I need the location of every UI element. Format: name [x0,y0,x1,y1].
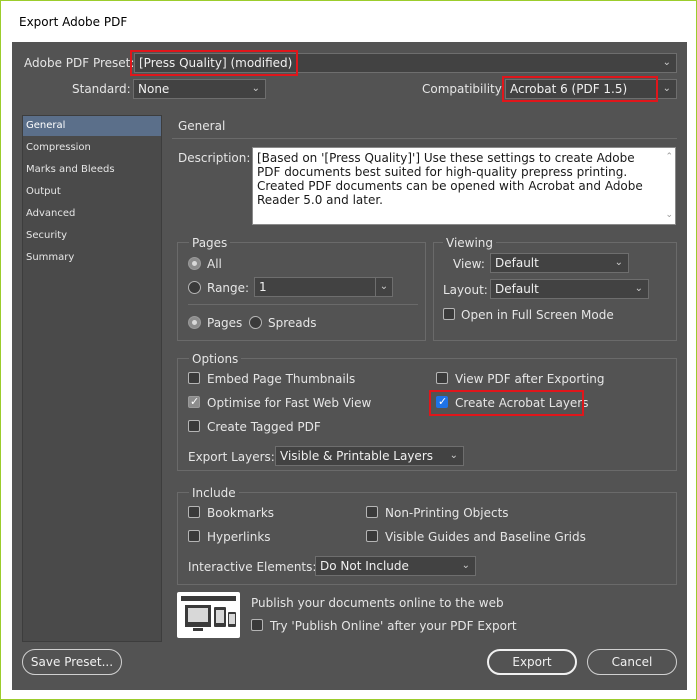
pages-divider [188,304,418,305]
preset-highlight-box [130,50,298,76]
standard-value: None [138,82,170,96]
export-layers-label: Export Layers: [188,450,275,464]
visible-guides-checkbox[interactable] [366,530,378,542]
save-preset-button[interactable]: Save Preset... [22,649,122,675]
publish-online-checkbox[interactable] [251,619,263,631]
description-text: [Based on '[Press Quality]'] Use these s… [257,151,643,207]
acrobat-layers-highlight-box [429,390,584,416]
viewing-group-title: Viewing [443,236,497,250]
preset-label: Adobe PDF Preset: [24,56,135,70]
view-after-export-checkbox[interactable] [436,372,448,384]
compatibility-highlight-box [502,76,658,102]
interactive-elements-dropdown[interactable]: Do Not Include ⌄ [315,556,476,576]
chevron-down-icon: ⌄ [251,83,260,94]
chevron-down-icon: ⌄ [634,283,643,294]
layout-dropdown[interactable]: Default ⌄ [490,279,649,299]
view-label: View: [453,257,485,271]
fullscreen-checkbox[interactable] [443,308,455,320]
export-layers-value: Visible & Printable Layers [280,449,433,463]
interactive-elements-value: Do Not Include [320,559,409,573]
export-pdf-window: Export Adobe PDF Adobe PDF Preset: [Pres… [0,0,697,700]
sidebar-item-summary[interactable]: Summary [23,248,161,268]
sidebar-item-output[interactable]: Output [23,182,161,202]
chevron-down-icon: ⌄ [614,257,623,268]
chevron-down-icon: ⌄ [461,560,470,571]
category-sidebar: General Compression Marks and Bleeds Out… [22,115,162,642]
scroll-up-icon[interactable]: ⌃ [665,150,673,164]
chevron-down-icon: ⌄ [662,57,671,68]
hyperlinks-label: Hyperlinks [207,530,271,544]
spreads-radio[interactable] [249,316,262,329]
bookmarks-label: Bookmarks [207,506,275,520]
tagged-pdf-checkbox[interactable] [188,420,200,432]
heading-divider [172,138,677,139]
publish-online-icon [177,592,240,638]
sidebar-item-advanced[interactable]: Advanced [23,204,161,224]
export-button[interactable]: Export [487,649,577,675]
visible-guides-label: Visible Guides and Baseline Grids [385,530,586,544]
layout-value: Default [495,282,539,296]
section-heading: General [178,119,226,133]
pages-group-title: Pages [189,236,231,250]
chevron-down-icon: ⌄ [662,83,671,94]
cancel-button[interactable]: Cancel [587,649,677,675]
description-label: Description: [178,151,251,165]
view-value: Default [495,256,539,270]
fullscreen-label: Open in Full Screen Mode [461,308,614,322]
sidebar-item-marks-and-bleeds[interactable]: Marks and Bleeds [23,160,161,180]
tagged-pdf-label: Create Tagged PDF [207,420,321,434]
pages-range-radio[interactable] [188,281,201,294]
pages-all-radio[interactable] [188,257,201,270]
non-printing-label: Non-Printing Objects [385,506,509,520]
layout-label: Layout: [443,283,488,297]
pages-option-label: Pages [207,316,243,330]
sidebar-item-compression[interactable]: Compression [23,138,161,158]
view-dropdown[interactable]: Default ⌄ [490,253,629,273]
scroll-down-icon[interactable]: ⌄ [665,208,673,222]
embed-thumbnails-label: Embed Page Thumbnails [207,372,356,386]
window-title: Export Adobe PDF [2,2,695,42]
standard-dropdown[interactable]: None ⌄ [133,79,266,99]
range-dropdown-chevron-icon[interactable]: ⌄ [375,278,392,296]
standard-label: Standard: [72,82,131,96]
non-printing-checkbox[interactable] [366,506,378,518]
include-group-title: Include [189,486,239,500]
checkmark-icon: ✓ [190,395,200,408]
hyperlinks-checkbox[interactable] [188,530,200,542]
spreads-option-label: Spreads [268,316,317,330]
bookmarks-checkbox[interactable] [188,506,200,518]
page-range-value: 1 [259,280,267,294]
page-range-input[interactable]: 1 ⌄ [254,277,393,297]
pages-radio[interactable] [188,316,201,329]
chevron-down-icon: ⌄ [449,450,458,461]
export-layers-dropdown[interactable]: Visible & Printable Layers ⌄ [275,446,464,466]
publish-online-label: Try 'Publish Online' after your PDF Expo… [270,619,517,633]
optimise-web-label: Optimise for Fast Web View [207,396,372,410]
optimise-web-checkbox[interactable]: ✓ [188,395,200,408]
embed-thumbnails-checkbox[interactable] [188,372,200,384]
options-group-title: Options [189,352,242,366]
description-textarea[interactable]: [Based on '[Press Quality]'] Use these s… [252,147,676,225]
publish-heading: Publish your documents online to the web [251,596,504,610]
interactive-elements-label: Interactive Elements: [188,560,317,574]
compatibility-label: Compatibility: [422,82,506,96]
pages-all-label: All [207,257,222,271]
dialog-body: Adobe PDF Preset: [Press Quality] (modif… [12,42,687,690]
sidebar-item-general[interactable]: General [23,116,161,136]
pages-range-label: Range: [207,281,250,295]
sidebar-item-security[interactable]: Security [23,226,161,246]
view-after-export-label: View PDF after Exporting [455,372,605,386]
